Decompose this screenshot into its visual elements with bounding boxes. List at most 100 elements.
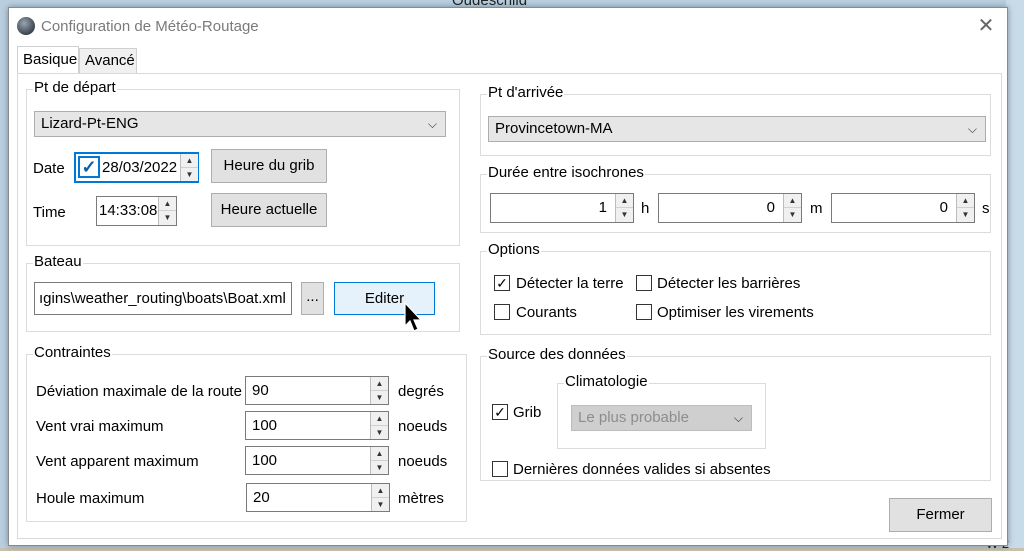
currents-label[interactable]: Courants xyxy=(516,304,577,321)
grib-checkbox[interactable]: ✓ xyxy=(492,404,508,420)
max-route-deviation-spinner[interactable]: ▲ ▼ xyxy=(370,377,388,404)
group-constraints: Contraintes Déviation maximale de la rou… xyxy=(26,344,467,522)
true-wind-unit: noeuds xyxy=(398,418,448,435)
apparent-wind-unit: noeuds xyxy=(398,453,448,470)
tab-basique[interactable]: Basique xyxy=(17,46,79,74)
spin-up-icon[interactable]: ▲ xyxy=(181,154,198,168)
isochrone-minutes-value: 0 xyxy=(766,199,775,216)
check-icon: ✓ xyxy=(496,275,508,291)
isochrone-seconds-spinner[interactable]: ▲ ▼ xyxy=(956,194,974,222)
optimize-tacks-label[interactable]: Optimiser les virements xyxy=(657,304,814,321)
time-label: Time xyxy=(33,204,66,221)
date-label: Date xyxy=(33,160,65,177)
spin-down-icon[interactable]: ▼ xyxy=(372,498,389,512)
group-data-source: Source des données ✓ Grib Climatologie L… xyxy=(480,346,991,481)
max-apparent-wind-label: Vent apparent maximum xyxy=(36,453,199,470)
browse-boat-button[interactable]: ... xyxy=(301,282,324,315)
swell-unit: mètres xyxy=(398,490,444,507)
max-apparent-wind-spinner[interactable]: ▲ ▼ xyxy=(370,447,388,474)
group-isochrones: Durée entre isochrones 1 ▲ ▼ h 0 ▲ ▼ m 0 ▲… xyxy=(480,164,991,233)
max-true-wind-input[interactable]: 100 xyxy=(245,411,389,440)
last-valid-data-checkbox[interactable] xyxy=(492,461,508,477)
climatology-group-label: Climatologie xyxy=(564,373,649,390)
optimize-tacks-checkbox[interactable] xyxy=(636,304,652,320)
boat-file-path[interactable]: ıgins\weather_routing\boats\Boat.xml xyxy=(34,282,292,315)
climatology-select[interactable]: Le plus probable ⌵ xyxy=(571,405,752,431)
check-icon: ✓ xyxy=(81,157,97,177)
chevron-down-icon: ⌵ xyxy=(733,411,743,425)
group-options: Options ✓ Détecter la terre Détecter les… xyxy=(480,241,991,335)
max-swell-spinner[interactable]: ▲ ▼ xyxy=(371,484,389,511)
boat-path-value: ıgins\weather_routing\boats\Boat.xml xyxy=(39,290,286,307)
max-swell-input[interactable]: 20 xyxy=(246,483,390,512)
data-source-group-label: Source des données xyxy=(487,346,627,363)
boat-group-label: Bateau xyxy=(33,253,83,270)
detect-barriers-checkbox[interactable] xyxy=(636,275,652,291)
isochrone-seconds-input[interactable]: 0 xyxy=(831,193,975,223)
spin-down-icon[interactable]: ▼ xyxy=(371,426,388,440)
detect-land-label[interactable]: Détecter la terre xyxy=(516,275,624,292)
departure-group-label: Pt de départ xyxy=(33,79,117,96)
hours-unit: h xyxy=(641,200,650,217)
grib-label[interactable]: Grib xyxy=(513,404,541,421)
spin-down-icon[interactable]: ▼ xyxy=(371,461,388,475)
spin-up-icon[interactable]: ▲ xyxy=(957,194,974,208)
date-enabled-checkbox[interactable]: ✓ xyxy=(78,156,100,178)
spin-up-icon[interactable]: ▲ xyxy=(616,194,633,208)
climatology-value: Le plus probable xyxy=(578,409,689,426)
date-value: 28/03/2022 xyxy=(102,159,178,176)
spin-up-icon[interactable]: ▲ xyxy=(159,197,176,211)
grib-time-button[interactable]: Heure du grib xyxy=(211,149,327,183)
current-time-button[interactable]: Heure actuelle xyxy=(211,193,327,227)
tab-content-basique: Pt de départ Lizard-Pt-ENG ⌵ Date 28/03/… xyxy=(17,73,1002,539)
max-swell-label: Houle maximum xyxy=(36,490,145,507)
date-spinner[interactable]: ▲ ▼ xyxy=(180,154,198,181)
constraints-group-label: Contraintes xyxy=(33,344,112,361)
options-group-label: Options xyxy=(487,241,541,258)
close-button[interactable]: Fermer xyxy=(889,498,992,532)
mouse-cursor-icon xyxy=(404,302,423,332)
tab-avance[interactable]: Avancé xyxy=(79,48,137,74)
group-climatology: Climatologie Le plus probable ⌵ xyxy=(557,373,766,449)
detect-barriers-label[interactable]: Détecter les barrières xyxy=(657,275,800,292)
isochrone-hours-input[interactable]: 1 xyxy=(490,193,634,223)
isochrone-hours-spinner[interactable]: ▲ ▼ xyxy=(615,194,633,222)
spin-up-icon[interactable]: ▲ xyxy=(372,484,389,498)
max-apparent-wind-input[interactable]: 100 xyxy=(245,446,389,475)
max-route-deviation-label: Déviation maximale de la route xyxy=(36,383,242,400)
group-arrival: Pt d'arrivée Provincetown-MA ⌵ xyxy=(480,84,991,156)
max-route-deviation-input[interactable]: 90 xyxy=(245,376,389,405)
spin-up-icon[interactable]: ▲ xyxy=(371,412,388,426)
close-icon[interactable]: ✕ xyxy=(971,12,1001,40)
currents-checkbox[interactable] xyxy=(494,304,510,320)
isochrone-minutes-spinner[interactable]: ▲ ▼ xyxy=(783,194,801,222)
last-valid-data-label[interactable]: Dernières données valides si absentes xyxy=(513,461,771,478)
isochrone-seconds-value: 0 xyxy=(939,199,948,216)
spin-down-icon[interactable]: ▼ xyxy=(159,211,176,225)
max-true-wind-spinner[interactable]: ▲ ▼ xyxy=(370,412,388,439)
check-icon: ✓ xyxy=(494,404,506,420)
time-spinner[interactable]: ▲ ▼ xyxy=(158,197,176,225)
departure-location-select[interactable]: Lizard-Pt-ENG ⌵ xyxy=(34,111,446,137)
weather-routing-config-dialog: Configuration de Météo-Routage ✕ Basique… xyxy=(8,7,1008,546)
spin-down-icon[interactable]: ▼ xyxy=(371,391,388,405)
detect-land-checkbox[interactable]: ✓ xyxy=(494,275,510,291)
spin-up-icon[interactable]: ▲ xyxy=(371,447,388,461)
arrival-location-value: Provincetown-MA xyxy=(495,120,613,137)
isochrone-minutes-input[interactable]: 0 xyxy=(658,193,802,223)
spin-down-icon[interactable]: ▼ xyxy=(181,168,198,182)
max-swell-value: 20 xyxy=(253,489,270,506)
group-boat: Bateau ıgins\weather_routing\boats\Boat.… xyxy=(26,253,460,332)
spin-up-icon[interactable]: ▲ xyxy=(371,377,388,391)
isochrone-hours-value: 1 xyxy=(598,199,607,216)
isochrones-group-label: Durée entre isochrones xyxy=(487,164,645,181)
arrival-group-label: Pt d'arrivée xyxy=(487,84,565,101)
title-bar[interactable]: Configuration de Météo-Routage ✕ xyxy=(9,8,1007,44)
arrival-location-select[interactable]: Provincetown-MA ⌵ xyxy=(488,116,986,142)
degrees-unit: degrés xyxy=(398,383,444,400)
departure-location-value: Lizard-Pt-ENG xyxy=(41,115,139,132)
spin-down-icon[interactable]: ▼ xyxy=(957,208,974,222)
spin-down-icon[interactable]: ▼ xyxy=(616,208,633,222)
spin-up-icon[interactable]: ▲ xyxy=(784,194,801,208)
spin-down-icon[interactable]: ▼ xyxy=(784,208,801,222)
